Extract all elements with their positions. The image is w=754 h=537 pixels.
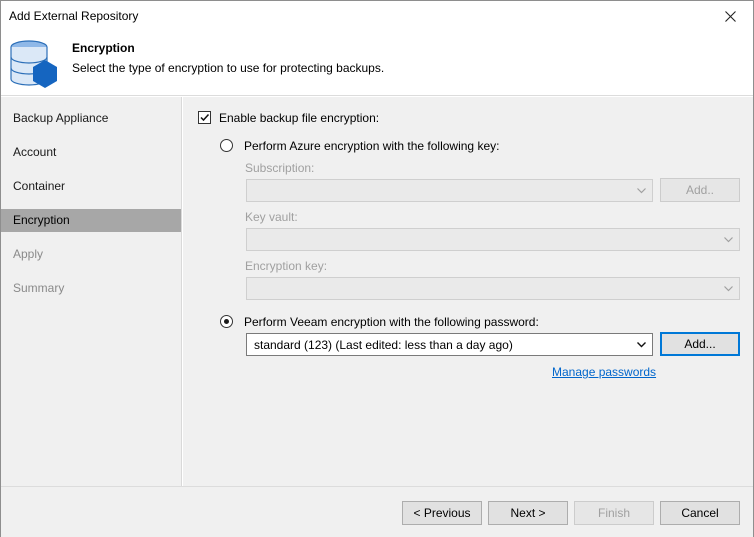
previous-button[interactable]: < Previous [402, 501, 482, 525]
step-apply: Apply [13, 247, 44, 261]
wizard-window: Add External Repository Encryption Selec… [0, 0, 754, 537]
cancel-button[interactable]: Cancel [660, 501, 740, 525]
subscription-select [246, 179, 653, 202]
close-button[interactable] [707, 1, 753, 32]
chevron-down-icon [637, 342, 646, 348]
wizard-footer: < Previous Next > Finish Cancel [1, 486, 753, 537]
encryption-panel: Enable backup file encryption: Perform A… [183, 97, 753, 486]
step-summary: Summary [13, 281, 65, 295]
finish-button: Finish [574, 501, 654, 525]
veeam-encryption-radio[interactable] [220, 315, 233, 328]
encryption-key-label: Encryption key: [245, 259, 328, 273]
encryption-key-select [246, 277, 740, 300]
radio-selected-dot [224, 319, 229, 324]
wizard-steps: Backup Appliance Account Container Encry… [1, 97, 182, 486]
page-subtitle: Select the type of encryption to use for… [72, 61, 385, 75]
step-container[interactable]: Container [1, 175, 181, 198]
azure-encryption-radio[interactable] [220, 139, 233, 152]
close-icon [724, 11, 736, 22]
database-hexagon-icon [10, 40, 57, 88]
key-vault-label: Key vault: [245, 210, 298, 224]
wizard-header: Encryption Select the type of encryption… [1, 32, 753, 96]
password-value: standard (123) (Last edited: less than a… [254, 338, 513, 352]
window-title: Add External Repository [9, 9, 139, 23]
azure-encryption-label[interactable]: Perform Azure encryption with the follow… [244, 139, 499, 153]
chevron-down-icon [724, 237, 733, 243]
password-select[interactable]: standard (123) (Last edited: less than a… [246, 333, 653, 356]
checkmark-icon [200, 113, 210, 122]
veeam-encryption-label[interactable]: Perform Veeam encryption with the follow… [244, 315, 539, 329]
step-encryption[interactable]: Encryption [1, 209, 181, 232]
step-account[interactable]: Account [1, 141, 181, 164]
enable-encryption-label[interactable]: Enable backup file encryption: [219, 111, 379, 125]
step-backup-appliance[interactable]: Backup Appliance [1, 107, 181, 130]
manage-passwords-link[interactable]: Manage passwords [552, 365, 656, 379]
next-button[interactable]: Next > [488, 501, 568, 525]
key-vault-select [246, 228, 740, 251]
page-title: Encryption [72, 41, 135, 55]
chevron-down-icon [637, 188, 646, 194]
title-bar: Add External Repository [1, 1, 753, 32]
subscription-label: Subscription: [245, 161, 315, 175]
chevron-down-icon [724, 286, 733, 292]
add-subscription-button: Add.. [660, 178, 740, 202]
add-password-button[interactable]: Add... [660, 332, 740, 356]
enable-encryption-checkbox[interactable] [198, 111, 211, 124]
